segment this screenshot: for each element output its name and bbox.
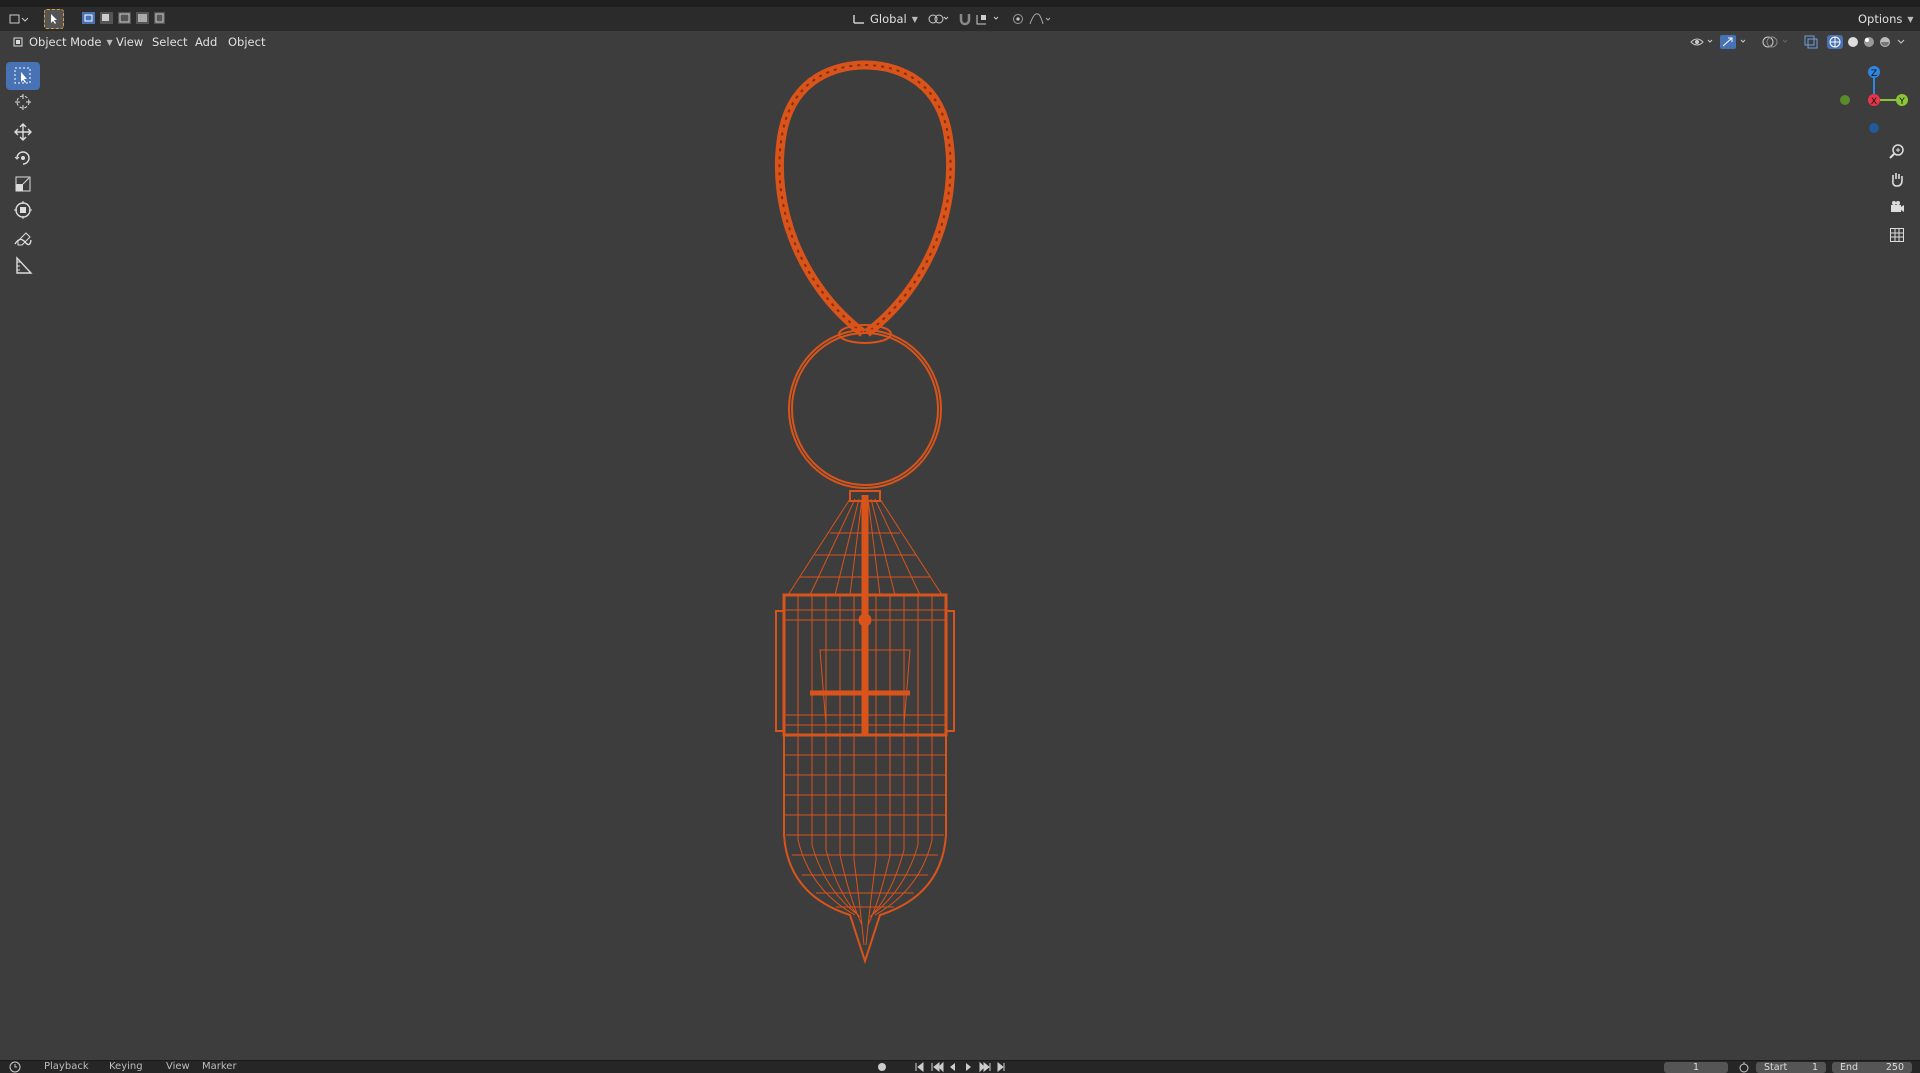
magnet-icon [959,14,971,26]
timeline-menu-view[interactable]: View [166,1061,190,1073]
selection-mode-icons [82,12,165,24]
neg-z-axis-handle[interactable] [1869,123,1879,133]
tool-cursor[interactable] [6,88,40,116]
viewport-navigation [1884,138,1910,250]
gizmo-toggle[interactable] [1718,33,1752,51]
cursor-arrow-icon [51,14,57,24]
snap-target-icon [976,15,999,25]
shading-mode-group[interactable] [1826,33,1916,51]
y-axis-label: Y [1898,97,1905,107]
snap-target-dropdown[interactable] [974,10,1004,28]
eye-icon [1690,38,1713,46]
proportional-edit-icon [1013,14,1023,24]
x-axis-label: X [1871,97,1877,107]
zoom-button[interactable] [1884,138,1910,164]
viewport-header: Object Mode ▼ View Select Add Object [0,31,1920,53]
menu-object[interactable]: Object [222,33,271,51]
timeline-editor-type-button[interactable] [6,1061,30,1073]
start-value: 1 [1811,1062,1818,1073]
lantern-bottom [783,735,947,965]
falloff-dropdown[interactable] [1028,10,1054,28]
selected-wireframe-object[interactable] [740,55,990,970]
chevron-down-icon: ▼ [911,14,918,24]
clock-icon [9,1061,21,1073]
options-dropdown[interactable]: Options ▼ [1852,10,1920,28]
proportional-edit-toggle[interactable] [1010,10,1026,28]
options-label: Options [1858,12,1903,26]
timeline-menu-keying[interactable]: Keying [109,1061,143,1073]
xray-icon [1804,35,1818,49]
timeline-header: Playback Keying View Marker 1 Start 1 En… [0,1060,1920,1073]
hand-icon [1892,173,1903,187]
move-arrows-icon [14,123,32,141]
cursor-arrow-icon [14,67,31,84]
tool-measure[interactable] [6,252,40,280]
top-ring [788,324,942,489]
timeline-menu-playback[interactable]: Playback [44,1061,89,1073]
end-label: End [1840,1062,1859,1073]
pencil-icon [14,232,32,246]
chain-loop [774,60,956,337]
tool-select-box[interactable] [6,62,40,90]
camera-icon [1891,201,1904,212]
z-axis-label: Z [1871,69,1877,79]
select-mode-button[interactable] [44,9,64,29]
camera-view-button[interactable] [1884,194,1910,220]
tool-scale[interactable] [6,170,40,198]
pivot-icon [928,14,949,24]
tool-shelf [4,62,42,332]
menu-add[interactable]: Add [189,33,223,51]
timeline-menu-marker[interactable]: Marker [202,1061,237,1073]
end-value: 250 [1885,1062,1904,1073]
navigation-gizmo[interactable]: Z Y X [1830,60,1920,140]
viewport-tool-header: Global ▼ Options ▼ [0,7,1920,31]
pivot-point-button[interactable] [924,10,950,28]
menu-select[interactable]: Select [146,33,193,51]
stopwatch-icon [1739,1062,1749,1073]
tool-transform[interactable] [6,196,40,224]
object-mode-icon [13,37,23,47]
tool-move[interactable] [6,118,40,146]
object-mode-dropdown[interactable]: Object Mode ▼ [6,33,119,51]
orientation-label: Global [870,12,907,26]
gizmo-icon [1720,35,1746,49]
neg-y-axis-handle[interactable] [1840,95,1850,105]
tool-rotate[interactable] [6,144,40,172]
shading-icons [1827,35,1905,49]
workspace-tabs-strip [0,0,1920,7]
chevron-down-icon: ▼ [1907,14,1914,24]
editor-type-icon [9,14,28,24]
mode-label: Object Mode [29,35,102,49]
playback-controls[interactable] [876,1061,1016,1073]
ruler-icon [16,256,33,274]
rotate-icon [14,151,30,165]
overlays-toggle[interactable] [1760,33,1794,51]
menu-view[interactable]: View [110,33,149,51]
transform-orientation-dropdown[interactable]: Global ▼ [846,10,924,28]
crosshair-icon [15,94,31,110]
xray-toggle[interactable] [1802,33,1820,51]
end-frame-field[interactable]: End 250 [1832,1062,1912,1073]
overlays-icon [1762,36,1788,48]
grid-icon [1890,228,1904,242]
editor-type-button[interactable] [6,9,30,29]
scale-icon [15,176,31,192]
snap-toggle[interactable] [956,10,974,28]
start-frame-field[interactable]: Start 1 [1756,1062,1826,1073]
selection-mode-group[interactable] [80,10,166,26]
playback-buttons-icons [878,1061,1005,1073]
orientation-axes-icon [853,15,864,24]
magnifier-icon [1889,144,1904,159]
tool-annotate[interactable] [6,226,40,254]
visibility-dropdown[interactable] [1688,33,1718,51]
falloff-curve-icon [1029,13,1051,25]
preview-range-toggle[interactable] [1736,1061,1752,1073]
lantern-body [775,495,955,737]
transform-icon [14,201,32,219]
pan-button[interactable] [1884,166,1910,192]
current-frame-field[interactable]: 1 [1664,1062,1728,1073]
perspective-toggle[interactable] [1884,222,1910,248]
start-label: Start [1764,1062,1788,1073]
